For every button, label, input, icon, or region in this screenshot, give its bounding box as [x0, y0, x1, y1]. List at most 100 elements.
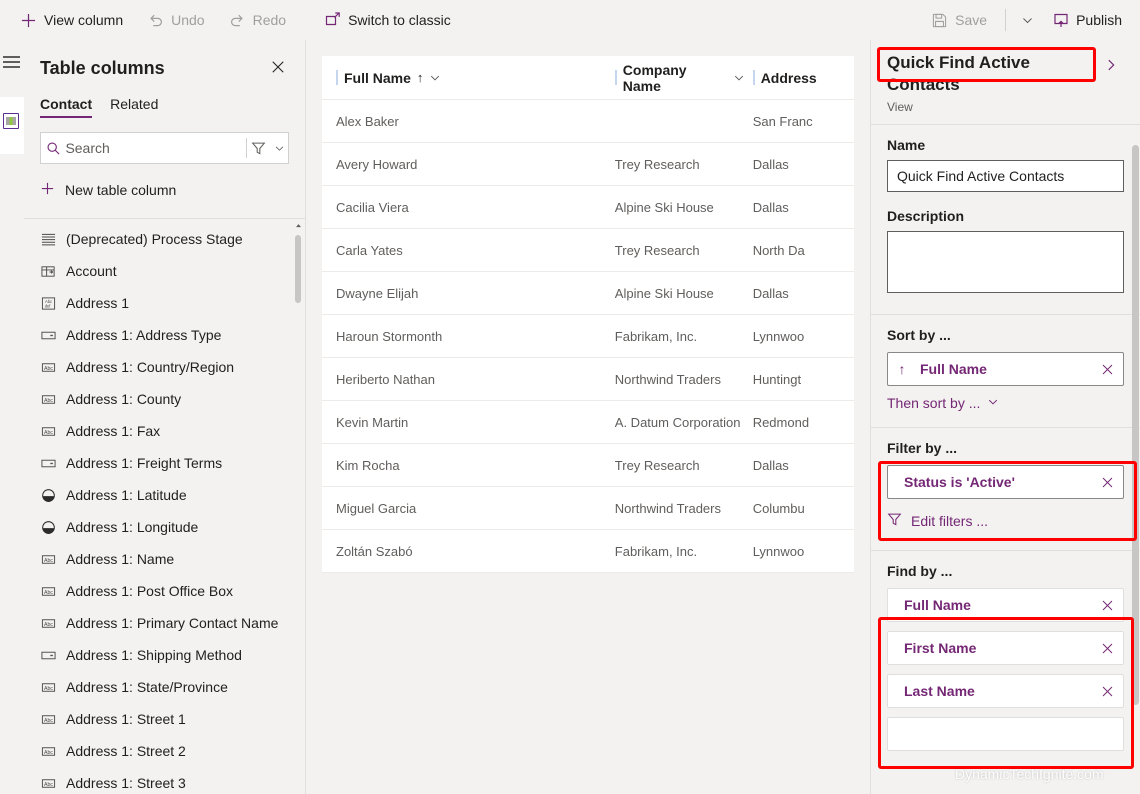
remove-filter-close-icon[interactable] [1091, 476, 1123, 489]
table-designer-icon[interactable] [3, 113, 19, 129]
remove-find-by-close-icon[interactable] [1091, 685, 1123, 698]
tab-related[interactable]: Related [110, 96, 158, 118]
cell-address: North Da [752, 242, 805, 258]
table-row[interactable]: Haroun Stormonth Fabrikam, Inc. Lynnwoo [322, 315, 854, 358]
switch-to-classic-button[interactable]: Switch to classic [314, 4, 461, 36]
grid-header-row: Full Name ↑ Company Name Address [322, 56, 854, 100]
sort-by-label: Sort by ... [887, 327, 951, 343]
cell-full-name: Alex Baker [336, 113, 399, 129]
table-column-item[interactable]: Abc Address 1: Post Office Box [24, 575, 305, 607]
table-column-item[interactable]: Account [24, 255, 305, 287]
view-grid: Full Name ↑ Company Name Address Alex Ba… [322, 56, 854, 573]
table-row[interactable]: Heriberto Nathan Northwind Traders Hunting… [322, 358, 854, 401]
column-menu-chevron-down-icon[interactable] [733, 72, 745, 84]
scroll-up-arrow-icon[interactable] [294, 221, 302, 230]
undo-icon [147, 12, 164, 29]
close-icon[interactable] [267, 56, 289, 78]
table-column-item[interactable]: Abc Address 1: Fax [24, 415, 305, 447]
find-by-chip-partial[interactable] [887, 717, 1124, 751]
cell-address: Columbu [752, 500, 805, 516]
remove-find-by-close-icon[interactable] [1091, 642, 1123, 655]
new-table-column-button[interactable]: New table column [40, 174, 289, 206]
sort-ascending-icon: ↑ [416, 70, 424, 85]
view-column-button[interactable]: View column [10, 4, 133, 36]
scrollbar-track [296, 231, 300, 792]
table-column-item[interactable]: Address 1: Longitude [24, 511, 305, 543]
scrollbar-thumb[interactable] [295, 235, 301, 303]
table-row[interactable]: Miguel Garcia Northwind Traders Columbu [322, 487, 854, 530]
redo-icon [229, 12, 246, 29]
table-column-label: Address 1: Fax [66, 423, 161, 439]
column-header-full-name[interactable]: Full Name ↑ [322, 56, 615, 99]
find-by-section: Find by ... Full Name First Name Last Name [871, 550, 1140, 776]
table-column-label: Address 1: Country/Region [66, 359, 235, 375]
cell-full-name: Haroun Stormonth [336, 328, 443, 344]
cell-company-name: Alpine Ski House [614, 199, 714, 215]
table-row[interactable]: Alex Baker San Franc [322, 100, 854, 143]
columns-list-scrollbar[interactable] [294, 221, 302, 792]
tab-contact[interactable]: Contact [40, 96, 93, 118]
decimal-icon [40, 519, 56, 535]
list-icon [40, 231, 56, 247]
properties-panel-scrollbar-thumb[interactable] [1132, 145, 1139, 705]
column-header-address[interactable]: Address [752, 56, 854, 99]
find-by-chip[interactable]: First Name [887, 631, 1124, 665]
table-column-item[interactable]: Address 1: Address Type [24, 319, 305, 351]
remove-sort-close-icon[interactable] [1091, 363, 1123, 376]
table-row[interactable]: Cacilia Viera Alpine Ski House Dallas [322, 186, 854, 229]
filter-by-section: Filter by ... Status is 'Active' Edit fi… [871, 427, 1140, 550]
sort-chip-full-name[interactable]: ↑ Full Name [887, 352, 1124, 386]
table-column-item[interactable]: Abc Address 1: Name [24, 543, 305, 575]
table-column-item[interactable]: Address 1: Freight Terms [24, 447, 305, 479]
view-description-textarea[interactable] [887, 231, 1124, 293]
remove-find-by-close-icon[interactable] [1091, 599, 1123, 612]
table-columns-tabs: Contact Related [40, 96, 289, 118]
command-bar: View column Undo Redo Switch to classic [0, 0, 1140, 40]
toolbar-divider [1005, 9, 1007, 31]
column-menu-chevron-down-icon[interactable] [429, 72, 441, 84]
table-row[interactable]: Dwayne Elijah Alpine Ski House Dallas [322, 272, 854, 315]
undo-button[interactable]: Undo [137, 4, 214, 36]
table-column-item[interactable]: Abc Address 1: Street 3 [24, 767, 305, 794]
table-column-item[interactable]: Abc Address 1: State/Province [24, 671, 305, 703]
table-column-item[interactable]: Abc Address 1: Street 1 [24, 703, 305, 735]
cell-company-name [615, 100, 753, 142]
hamburger-menu-icon[interactable] [3, 56, 20, 69]
text-icon: Abc [40, 391, 56, 407]
tab-contact-label: Contact [40, 96, 93, 112]
save-button[interactable]: Save [921, 4, 997, 36]
choice-icon [40, 327, 56, 343]
save-options-chevron-down-icon[interactable] [1014, 4, 1040, 36]
table-column-item[interactable]: Abc Address 1: County [24, 383, 305, 415]
search-input[interactable] [65, 140, 247, 156]
filter-funnel-icon[interactable] [247, 141, 270, 156]
column-header-company-name[interactable]: Company Name [614, 56, 753, 99]
find-by-chip[interactable]: Full Name [887, 588, 1124, 622]
table-row[interactable]: Carla Yates Trey Research North Da [322, 229, 854, 272]
find-by-label: Find by ... [887, 563, 953, 579]
redo-button[interactable]: Redo [219, 4, 296, 36]
search-box[interactable] [40, 132, 289, 164]
table-row[interactable]: Avery Howard Trey Research Dallas [322, 143, 854, 186]
edit-filters-button[interactable]: Edit filters ... [887, 508, 1124, 534]
filter-chevron-down-icon[interactable] [270, 143, 288, 154]
view-name-input[interactable] [887, 160, 1124, 192]
table-column-item[interactable]: Address 1: Shipping Method [24, 639, 305, 671]
table-column-item[interactable]: Abc def Address 1 [24, 287, 305, 319]
filter-chip-status-active[interactable]: Status is 'Active' [887, 465, 1124, 499]
then-sort-by-button[interactable]: Then sort by ... [887, 395, 1124, 411]
table-column-item[interactable]: Abc Address 1: Street 2 [24, 735, 305, 767]
table-row[interactable]: Zoltán Szabó Fabrikam, Inc. Lynnwoo [322, 530, 854, 573]
publish-button[interactable]: Publish [1042, 4, 1132, 36]
find-by-chip[interactable]: Last Name [887, 674, 1124, 708]
cell-address: Redmond [752, 414, 810, 430]
table-column-item[interactable]: (Deprecated) Process Stage [24, 223, 305, 255]
cell-address: Dallas [752, 457, 789, 473]
table-row[interactable]: Kim Rocha Trey Research Dallas [322, 444, 854, 487]
table-column-item[interactable]: Abc Address 1: Country/Region [24, 351, 305, 383]
table-row[interactable]: Kevin Martin A. Datum Corporation Redmond [322, 401, 854, 444]
table-column-item[interactable]: Address 1: Latitude [24, 479, 305, 511]
table-column-item[interactable]: Abc Address 1: Primary Contact Name [24, 607, 305, 639]
then-sort-by-label: Then sort by ... [887, 395, 981, 411]
collapse-panel-chevron-right-icon[interactable] [1098, 52, 1124, 78]
